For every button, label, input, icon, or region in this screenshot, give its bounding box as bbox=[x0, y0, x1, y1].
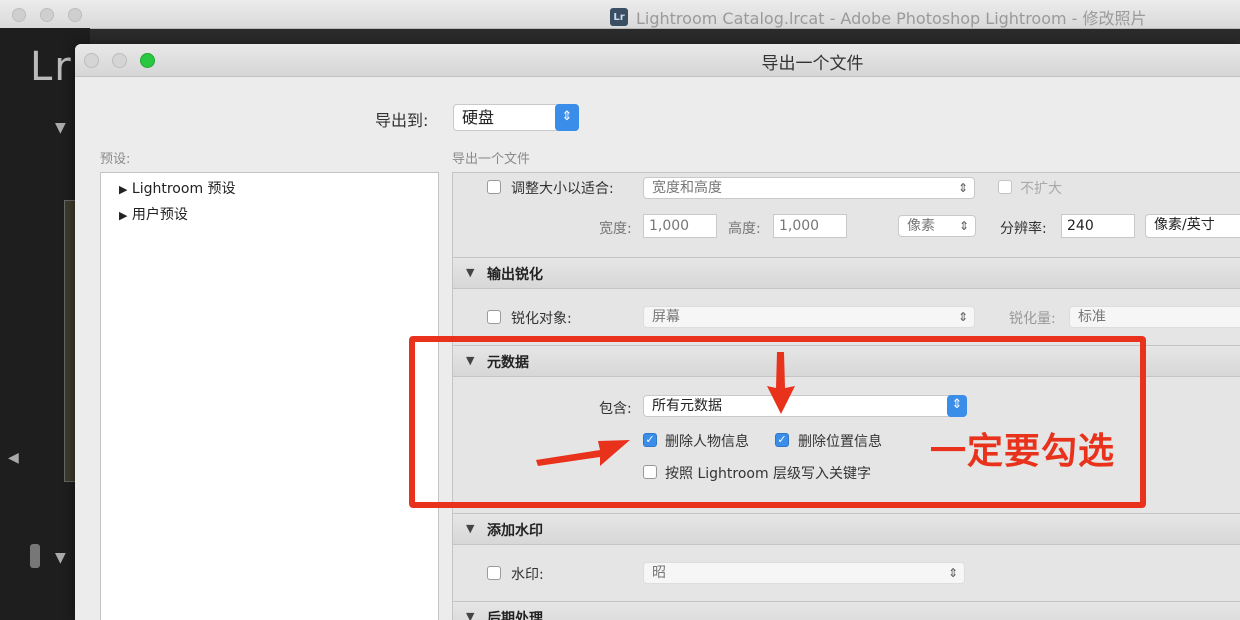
arrow-right-icon bbox=[536, 440, 630, 466]
arrow-down-icon bbox=[767, 352, 795, 414]
annotation-arrows bbox=[536, 352, 795, 466]
annotation-text: 一定要勾选 bbox=[930, 431, 1116, 472]
